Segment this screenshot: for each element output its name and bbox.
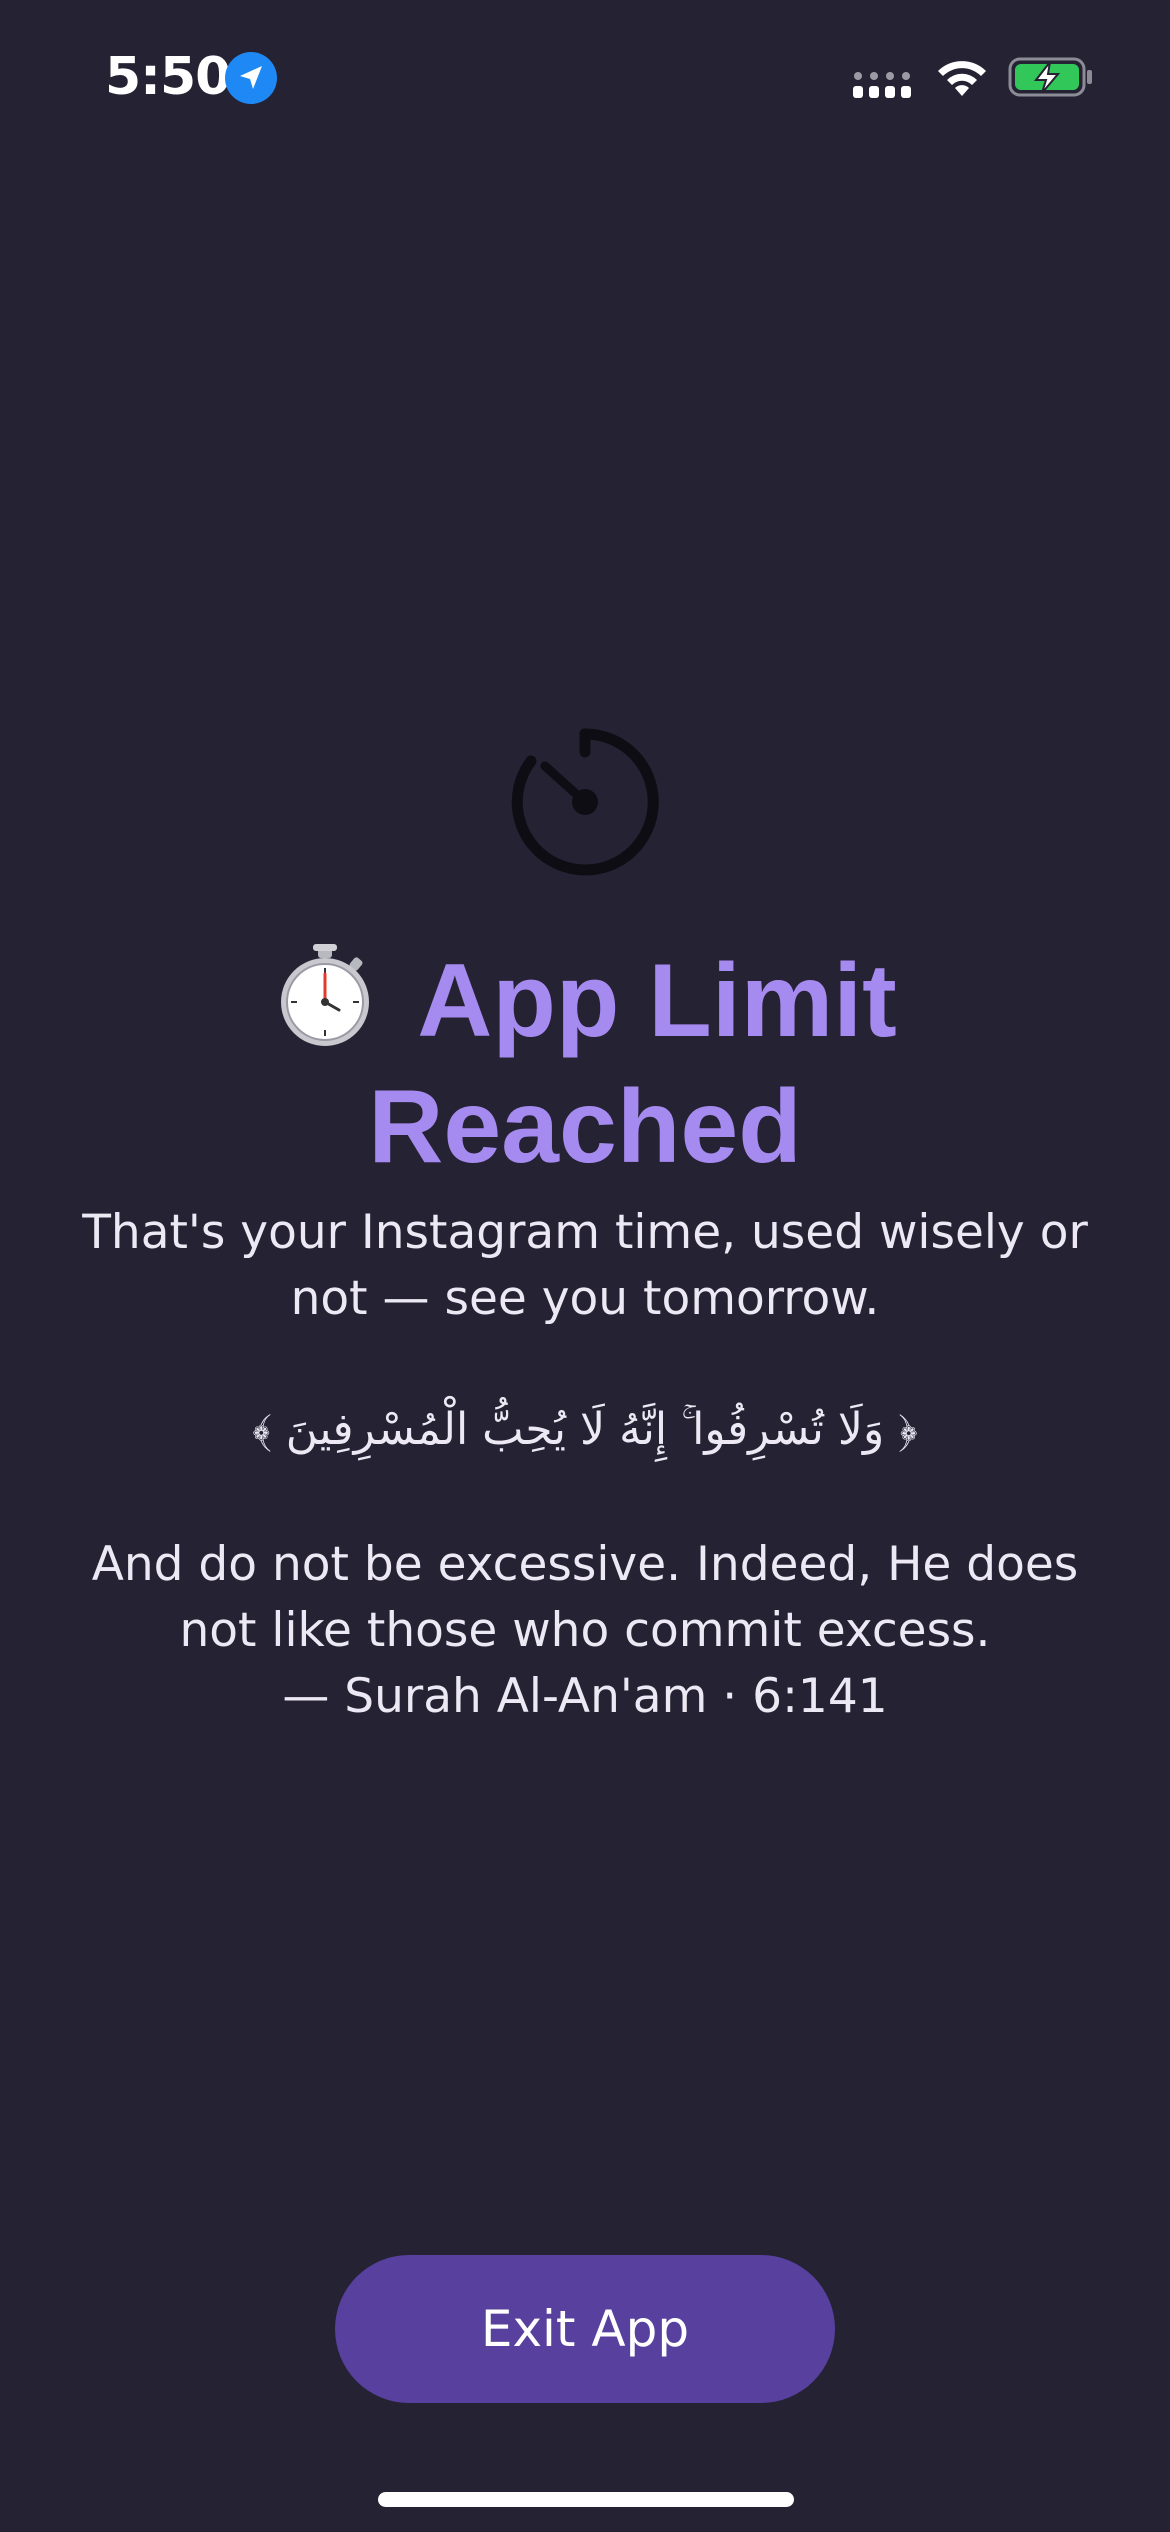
wifi-icon bbox=[938, 61, 986, 96]
page-title: App Limit Reached bbox=[0, 938, 1170, 1190]
battery-charging-icon bbox=[1008, 57, 1092, 97]
limit-message: That's your Instagram time, used wisely … bbox=[82, 1205, 1088, 1326]
title-line-1: App Limit bbox=[417, 943, 897, 1059]
status-bar: 5:50 bbox=[0, 0, 1170, 150]
verse-arabic: ﴿ وَلَا تُسْرِفُوا ۚ إِنَّهُ لَا يُحِبُّ… bbox=[252, 1404, 918, 1455]
exit-app-button[interactable]: Exit App bbox=[335, 2255, 835, 2403]
location-arrow-icon bbox=[225, 52, 277, 104]
verse-block: And do not be excessive. Indeed, He does… bbox=[80, 1532, 1090, 1730]
timer-icon bbox=[511, 728, 659, 876]
verse-translation: And do not be excessive. Indeed, He does… bbox=[91, 1537, 1079, 1658]
stopwatch-icon bbox=[281, 944, 370, 1046]
title-line-2: Reached bbox=[368, 1069, 802, 1185]
verse-reference: — Surah Al-An'am · 6:141 bbox=[282, 1669, 888, 1724]
status-time: 5:50 bbox=[105, 47, 231, 107]
home-indicator[interactable] bbox=[378, 2492, 794, 2507]
cellular-signal-icon bbox=[853, 72, 911, 98]
